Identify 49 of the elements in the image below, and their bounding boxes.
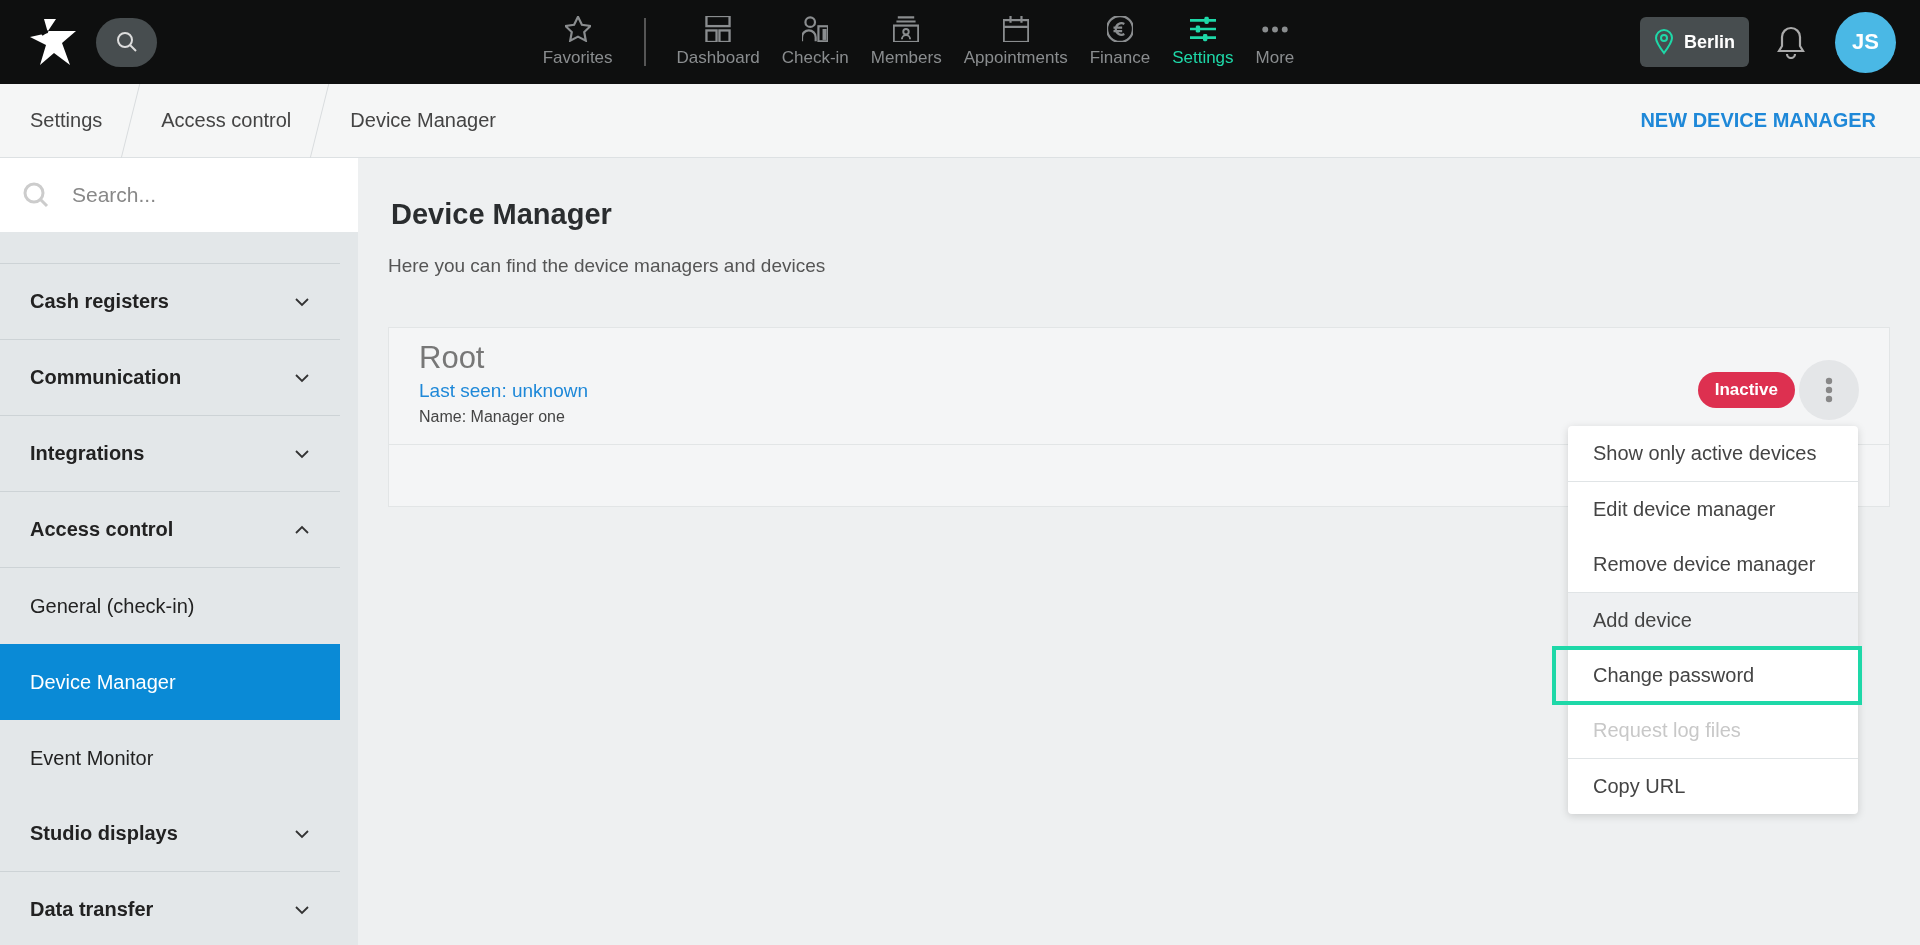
last-seen-text: Last seen: unknown xyxy=(419,380,588,402)
sidebar-group[interactable]: Studio displays xyxy=(0,796,340,872)
search-icon xyxy=(114,30,139,54)
page-title: Device Manager xyxy=(391,198,613,231)
location-button[interactable]: Berlin xyxy=(1640,17,1749,67)
nav-item[interactable]: Favorites xyxy=(531,7,624,77)
sidebar-group[interactable]: Communication xyxy=(0,340,340,416)
breadcrumb-link[interactable]: Settings xyxy=(0,83,131,158)
search-field[interactable]: Search... xyxy=(70,182,334,208)
notification-bell-icon[interactable] xyxy=(1775,25,1807,59)
nav-item[interactable]: Appointments xyxy=(952,7,1079,77)
sidebar-group[interactable]: Data transfer xyxy=(0,872,340,945)
nav-item[interactable]: Finance xyxy=(1078,7,1162,77)
sidebar-item[interactable]: Event Monitor xyxy=(0,720,340,796)
menu-item[interactable]: Add device xyxy=(1568,593,1858,648)
kebab-icon xyxy=(1825,377,1833,403)
sidebar-search-box[interactable]: Search... xyxy=(0,158,358,232)
nav-item[interactable]: Dashboard xyxy=(665,7,771,77)
member-card-icon xyxy=(893,16,920,42)
menu-item[interactable]: Edit device manager xyxy=(1568,482,1858,537)
sidebar-group[interactable]: Cash registers xyxy=(0,264,340,340)
nav-item[interactable]: Settings xyxy=(1161,7,1245,77)
menu-item[interactable]: Copy URL xyxy=(1568,759,1858,814)
search-button[interactable] xyxy=(96,17,157,67)
menu-item[interactable]: Remove device manager xyxy=(1568,537,1858,592)
calendar-icon xyxy=(1002,16,1029,42)
sliders-icon xyxy=(1189,16,1216,42)
layout-icon xyxy=(705,16,732,42)
euro-icon xyxy=(1106,16,1133,42)
breadcrumb-link[interactable]: Access control xyxy=(131,83,320,158)
device-manager-name: Root xyxy=(419,340,485,376)
map-pin-icon xyxy=(1654,29,1674,55)
page-description: Here you can find the device managers and devices xyxy=(388,255,827,277)
sidebar-group[interactable]: Access control xyxy=(0,492,340,568)
nav-item[interactable]: Check-in xyxy=(770,7,860,77)
person-door-icon xyxy=(802,16,829,42)
sidebar-item[interactable]: General (check-in) xyxy=(0,568,340,644)
star-icon xyxy=(564,16,591,42)
nav-item[interactable]: More xyxy=(1244,7,1306,77)
menu-item[interactable]: Show only active devices xyxy=(1568,426,1858,481)
menu-item[interactable]: Change password xyxy=(1554,648,1860,703)
more-icon xyxy=(1261,26,1288,33)
breadcrumb-link[interactable]: Device Manager xyxy=(320,83,524,158)
search-icon xyxy=(22,181,50,209)
sidebar-group[interactable]: Integrations xyxy=(0,416,340,492)
nav-item[interactable]: Members xyxy=(859,7,953,77)
manager-name-text: Name: Manager one xyxy=(419,408,565,426)
status-badge: Inactive xyxy=(1697,372,1795,408)
sidebar-item[interactable]: Device Manager xyxy=(0,644,340,720)
